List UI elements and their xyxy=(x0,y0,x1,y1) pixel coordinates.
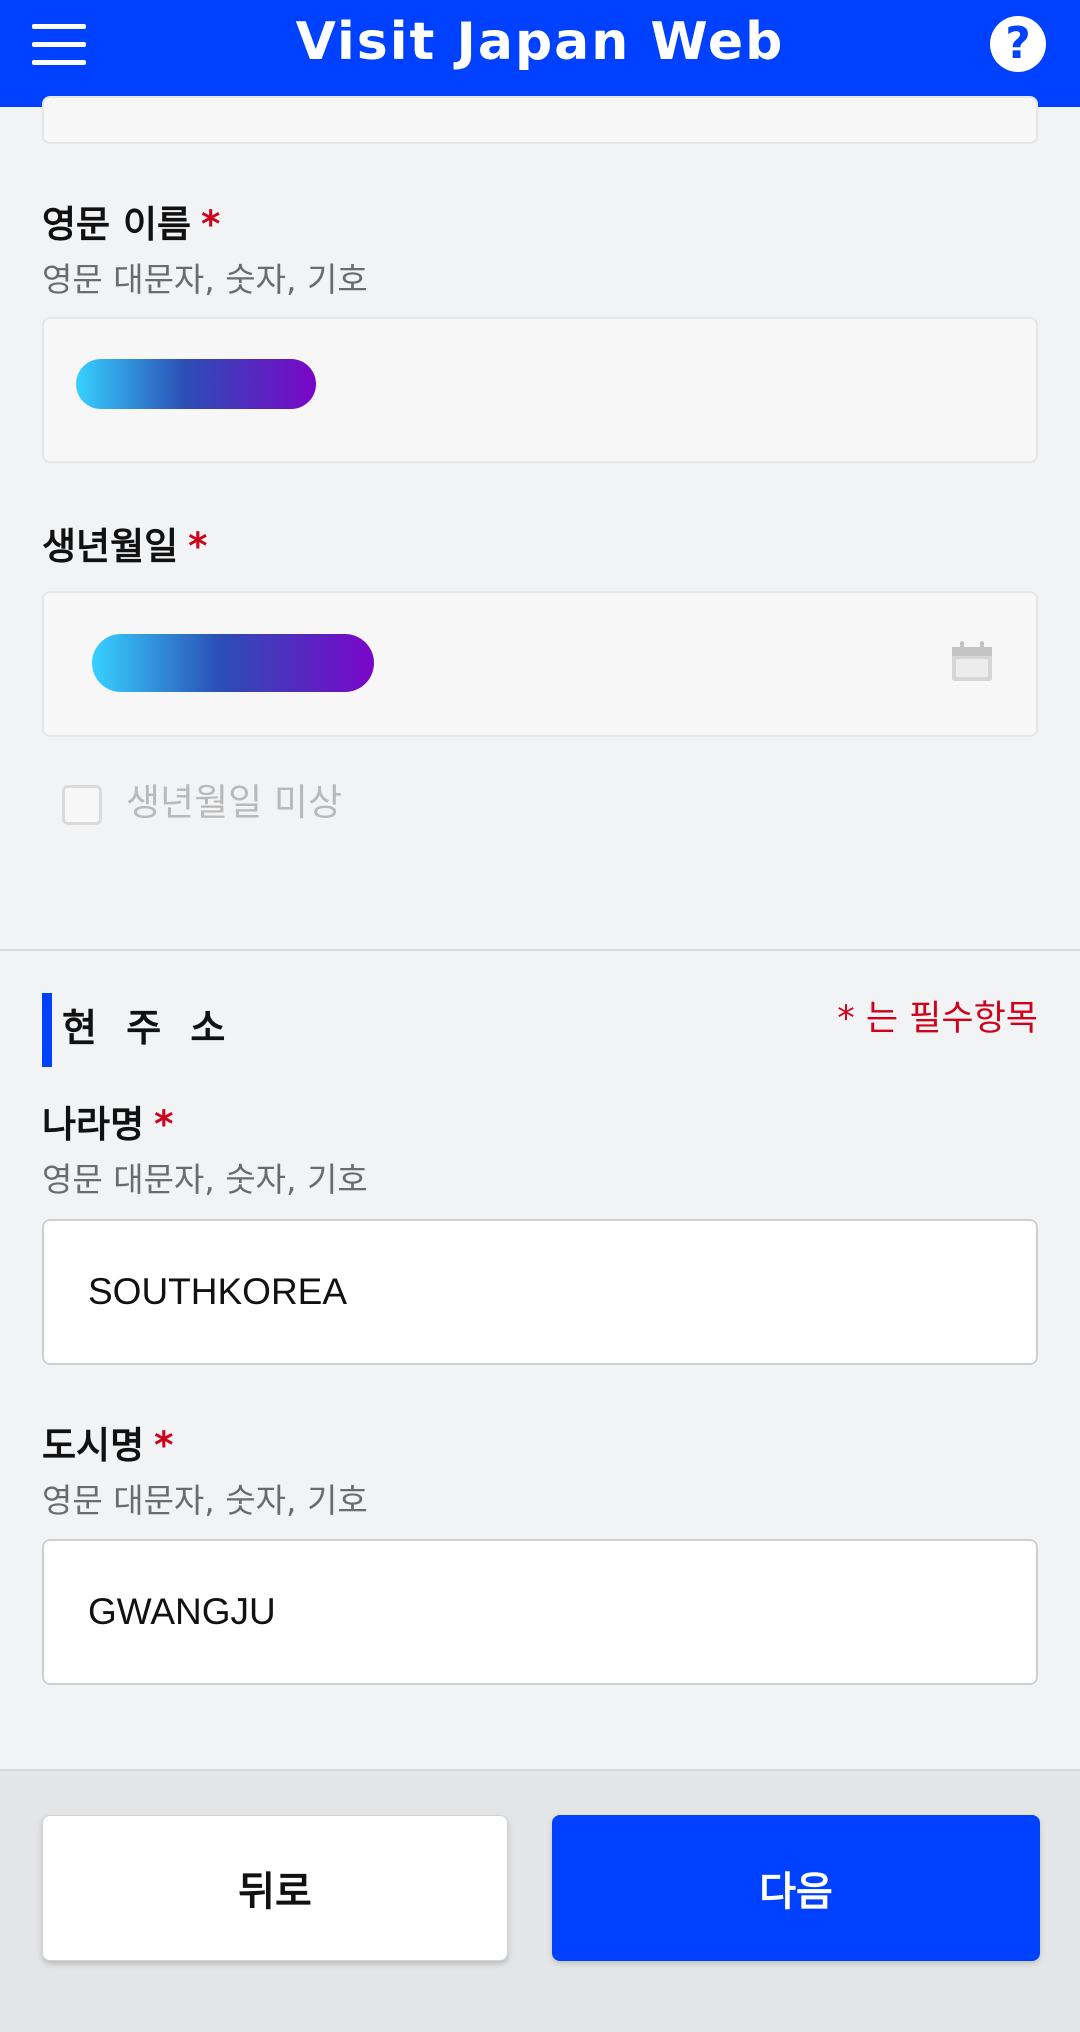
city-value: GWANGJU xyxy=(88,1591,276,1632)
question-mark-icon[interactable]: ? xyxy=(990,16,1046,72)
city-input[interactable]: GWANGJU xyxy=(42,1539,1038,1685)
required-mark: * xyxy=(154,1424,174,1467)
previous-field-input[interactable] xyxy=(42,96,1038,144)
birth-date-unknown-checkbox[interactable] xyxy=(62,785,102,825)
birth-date-label-text: 생년월일 xyxy=(42,525,179,568)
section-divider xyxy=(0,949,1080,951)
english-name-input[interactable] xyxy=(42,317,1038,463)
section-accent-bar xyxy=(42,993,52,1067)
required-mark: * xyxy=(188,525,208,568)
next-button[interactable]: 다음 xyxy=(552,1815,1040,1961)
english-name-hint: 영문 대문자, 숫자, 기호 xyxy=(42,260,368,299)
back-button[interactable]: 뒤로 xyxy=(42,1815,508,1961)
birth-date-unknown-label: 생년월일 미상 xyxy=(126,781,343,824)
redacted-value xyxy=(92,634,374,692)
required-note: * 는 필수항목 xyxy=(837,999,1038,1039)
birth-date-input[interactable] xyxy=(42,591,1038,737)
page-title: Visit Japan Web xyxy=(295,12,785,72)
redacted-value xyxy=(76,359,316,409)
country-hint: 영문 대문자, 숫자, 기호 xyxy=(42,1160,368,1199)
city-hint: 영문 대문자, 숫자, 기호 xyxy=(42,1481,368,1520)
english-name-label: 영문 이름 * xyxy=(42,200,220,250)
app-header: Visit Japan Web ? xyxy=(0,0,1080,107)
city-label-text: 도시명 xyxy=(42,1424,145,1467)
required-mark: * xyxy=(201,203,221,246)
country-label-text: 나라명 xyxy=(42,1103,145,1146)
birth-date-label: 생년월일 * xyxy=(42,522,208,572)
english-name-label-text: 영문 이름 xyxy=(42,203,192,246)
required-mark: * xyxy=(154,1103,174,1146)
country-value: SOUTHKOREA xyxy=(88,1271,348,1312)
calendar-icon[interactable] xyxy=(950,639,994,683)
section-title: 현 주 소 xyxy=(62,1006,234,1050)
country-label: 나라명 * xyxy=(42,1100,173,1150)
city-label: 도시명 * xyxy=(42,1421,173,1471)
country-input[interactable]: SOUTHKOREA xyxy=(42,1219,1038,1365)
